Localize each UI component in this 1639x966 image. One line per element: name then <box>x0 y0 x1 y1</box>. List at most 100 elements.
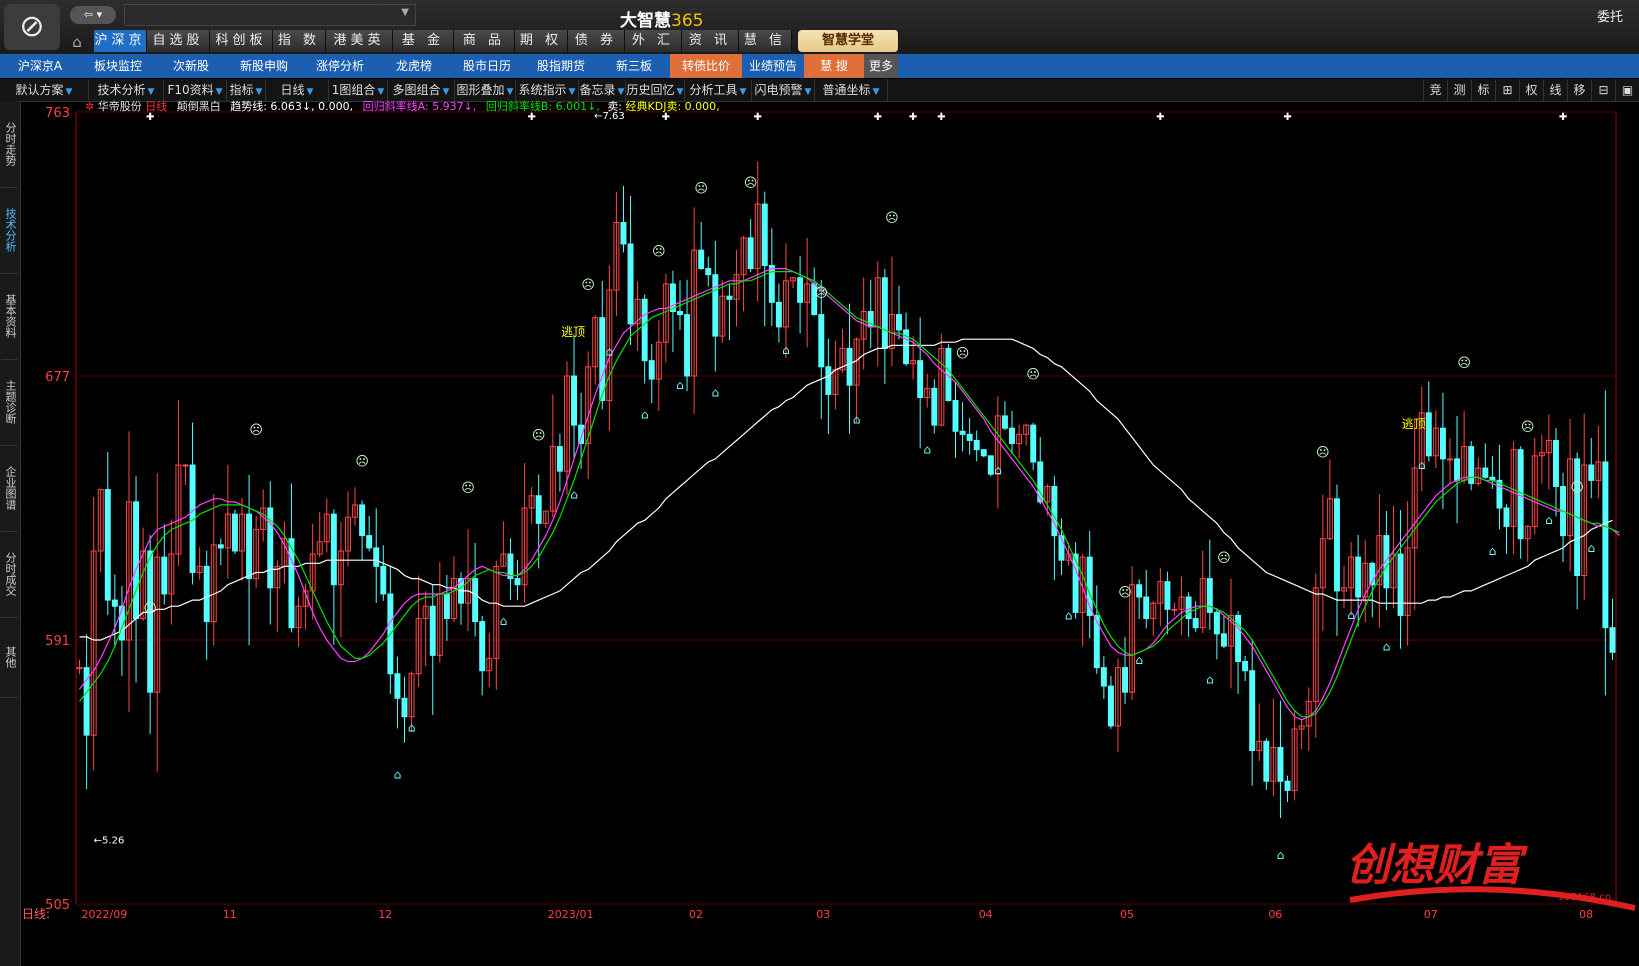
candle-body[interactable] <box>217 544 224 549</box>
main-nav-item-9[interactable]: 外 汇 <box>625 30 682 52</box>
toolbar-item-12[interactable]: 闪电预警 ▼ <box>752 79 815 101</box>
candle-body[interactable] <box>1503 507 1510 527</box>
candle-body[interactable] <box>366 535 373 549</box>
candle-body[interactable] <box>1192 618 1199 629</box>
right-tool-6[interactable]: 移 <box>1567 79 1591 101</box>
candle-body[interactable] <box>535 495 542 524</box>
chevron-down-icon[interactable]: ▼ <box>569 87 576 97</box>
candle-body[interactable] <box>698 249 705 270</box>
candle-body[interactable] <box>1136 584 1143 598</box>
chevron-down-icon[interactable]: ▼ <box>66 87 73 97</box>
candle-body[interactable] <box>380 565 387 595</box>
right-tool-5[interactable]: 线 <box>1543 79 1567 101</box>
candle-body[interactable] <box>599 317 606 402</box>
sub-nav-item-11[interactable]: 慧 搜 <box>804 54 864 78</box>
candle-body[interactable] <box>1447 458 1453 461</box>
candle-body[interactable] <box>231 513 238 552</box>
candle-body[interactable] <box>818 314 825 368</box>
sub-nav-item-2[interactable]: 次新股 <box>156 54 226 78</box>
candle-body[interactable] <box>479 621 486 672</box>
sidebar-tab-1[interactable]: 技术分析 <box>1 187 18 274</box>
candle-body[interactable] <box>394 673 401 699</box>
sub-nav-item-8[interactable]: 新三板 <box>598 54 670 78</box>
candle-body[interactable] <box>1425 412 1432 457</box>
candle-body[interactable] <box>443 593 450 620</box>
sidebar-tab-0[interactable]: 分时走势 <box>1 101 18 188</box>
candle-body[interactable] <box>1454 458 1461 481</box>
candle-body[interactable] <box>429 605 436 656</box>
candle-body[interactable] <box>747 237 754 270</box>
main-nav-item-4[interactable]: 港美英 <box>326 30 393 52</box>
sidebar-tab-6[interactable]: 其他 <box>1 617 18 698</box>
main-nav-item-1[interactable]: 自选股 <box>147 30 210 52</box>
main-nav-item-7[interactable]: 期 权 <box>515 30 568 52</box>
right-tool-2[interactable]: 标 <box>1471 79 1495 101</box>
sidebar-tab-3[interactable]: 主题诊断 <box>1 359 18 446</box>
candle-body[interactable] <box>1171 608 1178 611</box>
academy-button[interactable]: 智慧学堂 <box>798 30 899 52</box>
candle-body[interactable] <box>1277 746 1284 782</box>
candle-body[interactable] <box>966 433 973 441</box>
right-tool-0[interactable]: 竞 <box>1423 79 1447 101</box>
sidebar-tab-5[interactable]: 分时成交 <box>1 531 18 618</box>
candle-body[interactable] <box>1249 670 1256 752</box>
chevron-down-icon[interactable]: ▼ <box>377 87 384 97</box>
candle-body[interactable] <box>182 464 189 467</box>
sub-nav-item-3[interactable]: 新股申购 <box>226 54 302 78</box>
candle-body[interactable] <box>1439 427 1446 460</box>
candle-body[interactable] <box>571 375 578 426</box>
chevron-down-icon[interactable]: ▼ <box>805 87 812 97</box>
chevron-down-icon[interactable]: ▼ <box>307 87 314 97</box>
right-tool-8[interactable]: ▣ <box>1615 79 1639 101</box>
legend-stock[interactable]: 华帝股份 <box>98 100 142 113</box>
candle-body[interactable] <box>761 203 768 266</box>
candle-body[interactable] <box>1588 464 1595 481</box>
main-nav-item-10[interactable]: 资 讯 <box>682 30 739 52</box>
candle-body[interactable] <box>896 314 902 331</box>
candle-body[interactable] <box>1107 685 1114 727</box>
candle-body[interactable] <box>1355 556 1362 598</box>
candle-body[interactable] <box>1185 596 1192 620</box>
candle-body[interactable] <box>917 360 924 398</box>
sub-nav-item-0[interactable]: 沪深京A <box>0 54 80 78</box>
candle-body[interactable] <box>1122 667 1129 693</box>
home-icon[interactable]: ⌂ <box>66 32 88 52</box>
main-nav-item-2[interactable]: 科创板 <box>210 30 273 52</box>
candle-body[interactable] <box>161 556 168 595</box>
main-nav-item-0[interactable]: 沪深京 <box>94 30 147 52</box>
candle-body[interactable] <box>1333 498 1340 592</box>
candle-body[interactable] <box>952 400 959 432</box>
sub-nav-item-9[interactable]: 转债比价 <box>670 54 742 78</box>
candle-body[interactable] <box>931 387 938 426</box>
candle-body[interactable] <box>712 274 719 337</box>
right-tool-1[interactable]: 测 <box>1447 79 1471 101</box>
candle-body[interactable] <box>1001 415 1008 429</box>
candle-body[interactable] <box>556 446 563 472</box>
sub-nav-item-12[interactable]: 更多 <box>864 54 898 78</box>
back-arrow-icon[interactable]: ⇦ ▾ <box>70 6 116 24</box>
candle-body[interactable] <box>1093 614 1100 669</box>
chevron-down-icon[interactable]: ▼ <box>740 87 747 97</box>
candle-body[interactable] <box>1100 667 1107 687</box>
candle-body[interactable] <box>203 565 210 623</box>
candle-body[interactable] <box>1235 614 1242 662</box>
candle-body[interactable] <box>1164 581 1171 610</box>
main-nav-item-6[interactable]: 商 品 <box>454 30 515 52</box>
candle-body[interactable] <box>104 489 111 601</box>
candle-body[interactable] <box>684 314 691 377</box>
candle-body[interactable] <box>1009 427 1015 445</box>
candle-body[interactable] <box>147 550 154 693</box>
candle-body[interactable] <box>641 298 648 362</box>
main-nav-item-5[interactable]: 基 金 <box>393 30 454 52</box>
candle-body[interactable] <box>648 360 655 380</box>
candle-body[interactable] <box>980 449 987 457</box>
sub-nav-item-6[interactable]: 股市日历 <box>450 54 524 78</box>
sub-nav-item-7[interactable]: 股指期货 <box>524 54 598 78</box>
candle-body[interactable] <box>825 366 832 395</box>
candle-body[interactable] <box>359 504 366 537</box>
candle-body[interactable] <box>1030 424 1037 463</box>
chevron-down-icon[interactable]: ▼ <box>148 87 155 97</box>
chevron-down-icon[interactable]: ▼ <box>401 7 409 18</box>
sub-nav-item-10[interactable]: 业绩预告 <box>742 54 804 78</box>
candle-body[interactable] <box>1263 740 1270 782</box>
